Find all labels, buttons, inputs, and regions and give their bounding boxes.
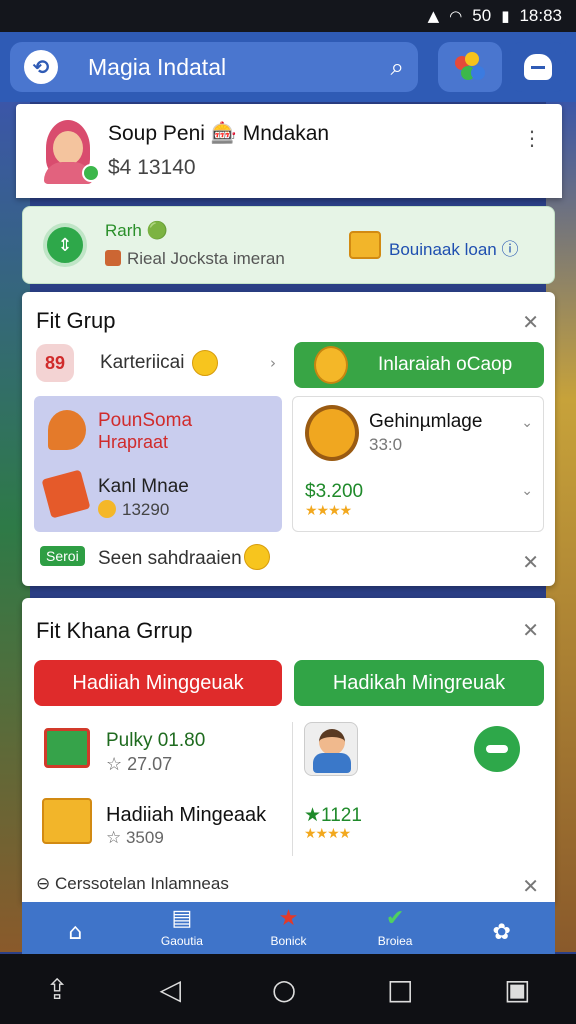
token-icon [98, 500, 116, 518]
row-subtitle: ☆ 3509 [106, 828, 164, 847]
item-value: 13290 [98, 500, 169, 520]
settings-icon: ✿ [492, 920, 511, 945]
fit-khana-group-card: Fit Khana Grrup ✕ Hadiiah Minggeuak Hadi… [22, 598, 555, 902]
left-offer-card[interactable]: PounSoma Hrapraat Kanl Mnae 13290 [34, 396, 282, 532]
rating-stars: ★★★★ [304, 826, 351, 842]
row-title: Pulky 01.80 [106, 730, 206, 751]
app-title: Magia Indatal [88, 53, 227, 80]
bottom-nav: ⌂ ▤ Gaoutia ★ Bonick ✔ Broiea ✿ [22, 902, 555, 954]
kebab-icon[interactable]: ⋮ [522, 126, 542, 150]
status-bar: ▲ ◠ 50 ▮ 18:83 [0, 0, 576, 32]
back-icon[interactable]: ◁ [160, 973, 182, 1006]
footer-text: Seen sahdraaien [98, 548, 242, 569]
promo-banner[interactable]: ⇕ Rarh 🟢 Rieal Jocksta imeran Bouinaak l… [22, 206, 555, 284]
right-offer-card[interactable]: Gehinµmlage 33:0 ⌄ $3.200 ★★★★ ⌄ [292, 396, 544, 532]
nav-check[interactable]: ✔ Broiea [350, 906, 440, 948]
nav-home[interactable]: ⌂ [30, 920, 120, 948]
close-icon[interactable]: ✕ [522, 550, 539, 574]
profile-card[interactable]: Soup Peni 🎰 Mndakan $4 13140 ⋮ [16, 104, 562, 198]
system-nav-bar: ⇪ ◁ ○ □ ▣ [0, 954, 576, 1024]
palette-icon [455, 52, 485, 82]
toggle-button[interactable] [474, 726, 520, 772]
category-badge: 89 [36, 344, 74, 382]
account-button[interactable] [510, 42, 566, 92]
chevron-down-icon[interactable]: ⌄ [521, 483, 533, 499]
app-bar: ⟲ Magia Indatal ⌕ [0, 32, 576, 102]
offer-subtitle: Hrapraat [98, 432, 169, 452]
offer-title: Gehinµmlage [369, 411, 483, 432]
upload-home-icon[interactable]: ⇪ [45, 973, 68, 1006]
red-action-button[interactable]: Hadiiah Minggeuak [34, 660, 282, 706]
banner-subtitle: Rieal Jocksta imeran [105, 249, 285, 269]
palette-button[interactable] [438, 42, 502, 92]
character-icon[interactable] [304, 722, 358, 776]
leaf-icon [48, 410, 86, 450]
signal-icon: ▲ [427, 7, 440, 25]
rating-stars: ★★★★ [305, 503, 352, 519]
coin-icon [314, 346, 348, 384]
close-icon[interactable]: ✕ [522, 874, 539, 898]
banner-title: Rarh 🟢 [105, 221, 168, 240]
green-action-button[interactable]: Hadikah Mingreuak [294, 660, 544, 706]
app-logo-icon[interactable]: ⟲ [24, 50, 58, 84]
fit-group-card: Fit Grup ✕ 89 Karteriicai › Inlaraiah oC… [22, 292, 555, 586]
star-icon: ★ [278, 906, 299, 931]
verified-icon [82, 164, 100, 182]
search-bar[interactable]: ⟲ Magia Indatal ⌕ [10, 42, 418, 92]
close-icon[interactable]: ✕ [522, 310, 539, 334]
home-icon: ⌂ [68, 920, 83, 945]
row-subtitle: ☆ 27.07 [106, 754, 173, 774]
chevron-down-icon[interactable]: ⌄ [521, 415, 533, 431]
gift-icon [41, 469, 91, 519]
row-title: Hadiiah Mingeaak [106, 804, 267, 826]
offer-subtitle: 33:0 [369, 435, 403, 454]
battery-icon: ▮ [501, 7, 510, 25]
hint-text: ⊖ Cerssotelan Inlamneas [36, 874, 229, 893]
smiley-icon [244, 544, 270, 570]
wallet-icon[interactable]: ▣ [504, 973, 530, 1006]
promo-button[interactable]: Inlaraiah oCaop [294, 342, 544, 388]
home-circle-icon[interactable]: ○ [272, 973, 296, 1006]
section-title: Fit Khana Grrup [36, 618, 193, 643]
close-icon[interactable]: ✕ [522, 618, 539, 642]
gift-box-icon [42, 798, 92, 844]
nav-cards[interactable]: ▤ Gaoutia [137, 906, 227, 948]
divider [292, 722, 293, 856]
avatar [40, 118, 100, 184]
item-title: Kanl Mnae [98, 476, 189, 497]
wifi-icon: ◠ [449, 7, 463, 25]
profile-balance: $4 13140 [108, 156, 196, 179]
badge-icon [105, 250, 121, 266]
tag-badge: Seroi [40, 546, 85, 566]
treasure-chest-icon [349, 231, 381, 259]
profile-name: Soup Peni 🎰 Mndakan [108, 122, 330, 145]
account-icon [524, 54, 552, 80]
row-value: ★1121 [304, 805, 362, 826]
gold-coin-icon [305, 405, 359, 461]
signal-label: 50 [472, 6, 492, 25]
category-label[interactable]: Karteriicai [100, 352, 184, 374]
offer-title: PounSoma [98, 410, 193, 431]
recents-icon[interactable]: □ [387, 973, 413, 1006]
section-title: Fit Grup [36, 308, 116, 333]
minus-icon [486, 745, 508, 753]
clock: 18:83 [519, 6, 562, 25]
check-icon: ✔ [385, 906, 405, 931]
banner-link[interactable]: Bouinaak loan ⓘ [389, 235, 518, 260]
gift-box-icon [44, 728, 90, 768]
nav-settings[interactable]: ✿ [457, 920, 547, 948]
cards-icon: ▤ [171, 906, 193, 931]
offer-price: $3.200 [305, 481, 364, 502]
nav-star[interactable]: ★ Bonick [243, 906, 333, 948]
chevron-right-icon[interactable]: › [270, 354, 276, 372]
expand-icon[interactable]: ⇕ [43, 223, 87, 267]
smiley-icon [192, 350, 218, 376]
search-icon[interactable]: ⌕ [391, 53, 404, 81]
